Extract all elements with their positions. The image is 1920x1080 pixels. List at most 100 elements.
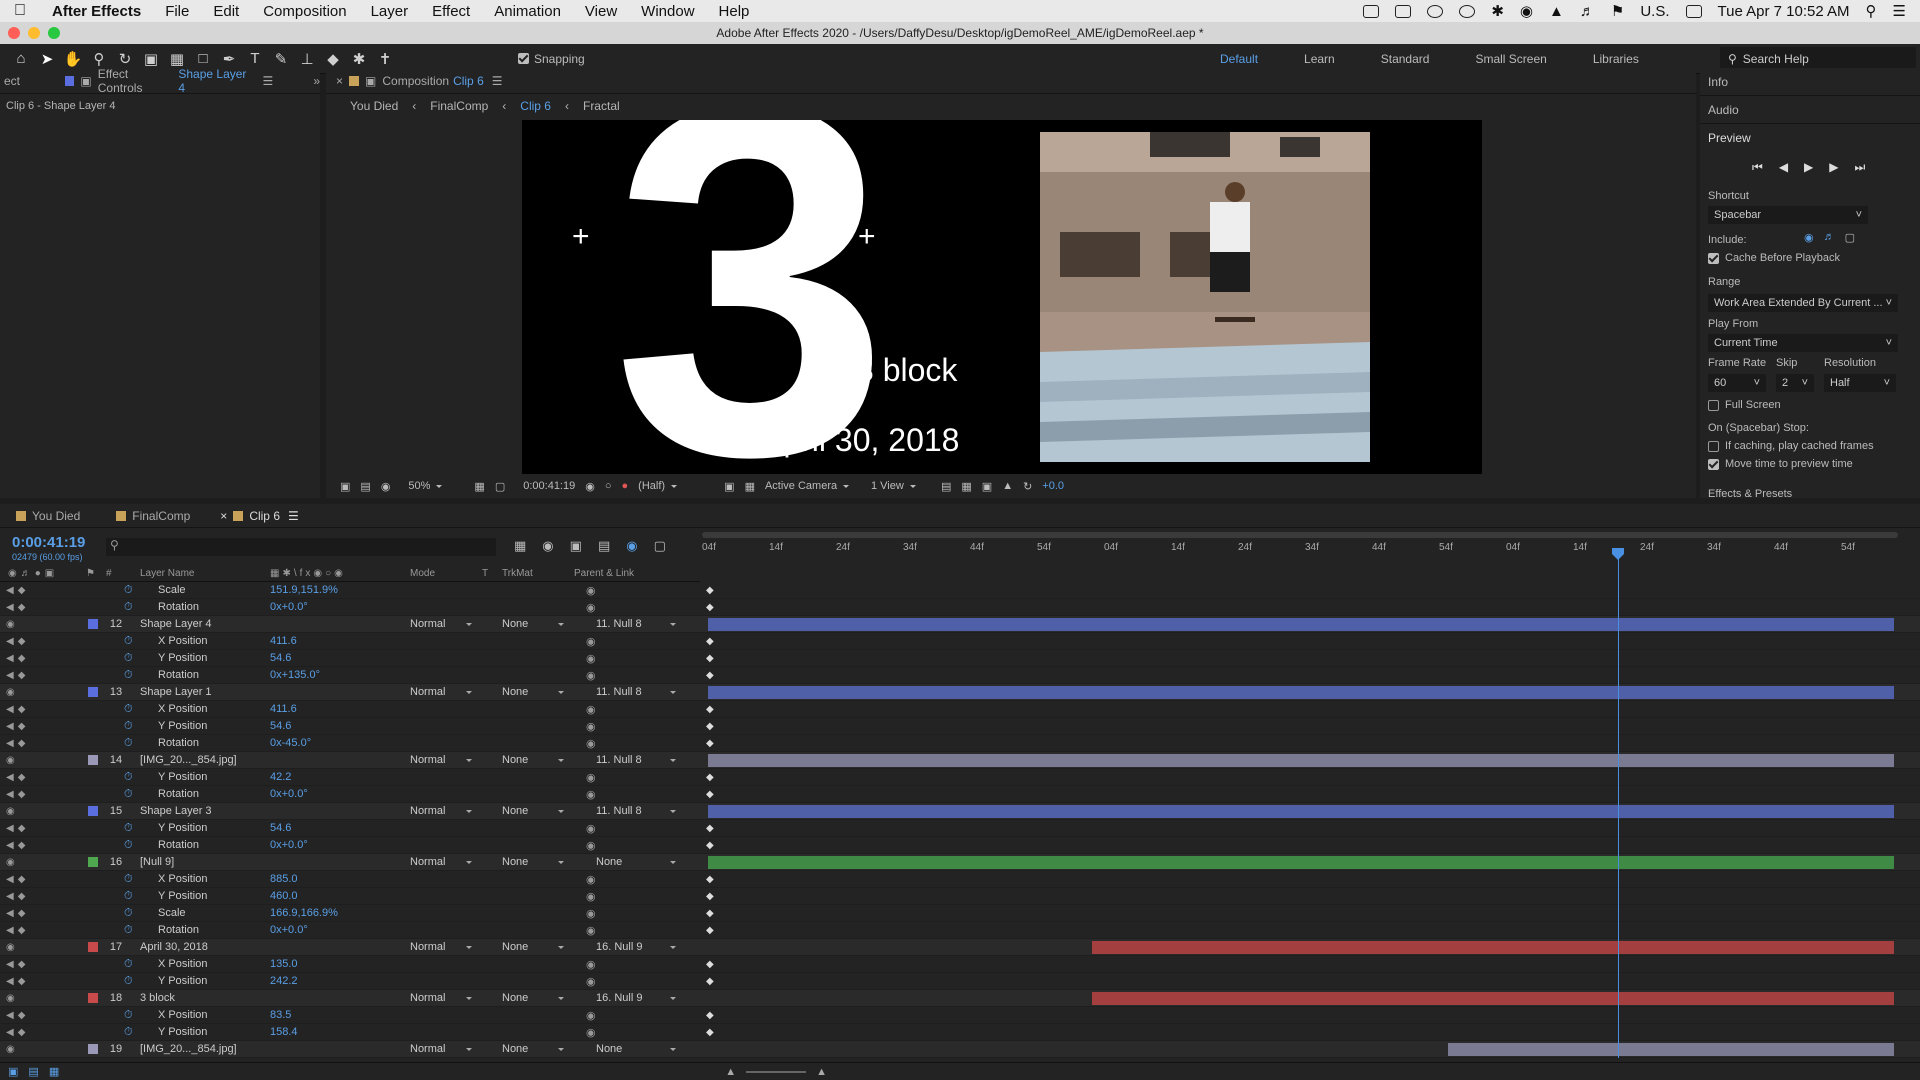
- stopwatch-icon[interactable]: ⏱: [124, 703, 133, 716]
- composition-tab-name[interactable]: Clip 6: [453, 74, 484, 88]
- keyframe-nav-icon[interactable]: ◀◆: [6, 653, 96, 664]
- property-value[interactable]: 885.0: [270, 873, 298, 885]
- spotlight-icon[interactable]: ⚲: [1866, 2, 1877, 20]
- pickwhip-icon[interactable]: ◉: [586, 822, 596, 835]
- include-audio-icon[interactable]: ♬: [1824, 231, 1835, 244]
- keyframe-nav-icon[interactable]: ◀◆: [6, 1010, 96, 1021]
- property-row[interactable]: ◀◆ ⏱ Y Position 54.6 ◉ ◆: [0, 820, 1920, 837]
- work-area-bar[interactable]: [702, 532, 1898, 538]
- layer-search-input[interactable]: ⚲: [106, 538, 496, 556]
- keyframe-icon[interactable]: ◆: [706, 1027, 714, 1038]
- property-row[interactable]: ◀◆ ⏱ Scale 151.9,151.9% ◉ ◆: [0, 582, 1920, 599]
- property-row[interactable]: ◀◆ ⏱ Y Position 158.4 ◉ ◆: [0, 1024, 1920, 1041]
- camera-dropdown[interactable]: Active Camera: [765, 480, 861, 492]
- workspace-standard[interactable]: Standard: [1381, 52, 1430, 66]
- timeline-icon[interactable]: ▣: [982, 480, 992, 493]
- dropbox-icon[interactable]: [1395, 4, 1412, 18]
- stopwatch-icon[interactable]: ⏱: [124, 958, 133, 971]
- pickwhip-icon[interactable]: ◉: [586, 703, 596, 716]
- keyframe-icon[interactable]: ◆: [706, 789, 714, 800]
- property-value[interactable]: 151.9,151.9%: [270, 584, 338, 596]
- layer-label-color[interactable]: [88, 619, 98, 629]
- property-row[interactable]: ◀◆ ⏱ Y Position 460.0 ◉ ◆: [0, 888, 1920, 905]
- skip-dropdown[interactable]: 2 ˅: [1776, 374, 1814, 392]
- always-preview-icon[interactable]: ▣: [340, 480, 350, 493]
- keyframe-icon[interactable]: ◆: [706, 823, 714, 834]
- mode-dropdown[interactable]: Normal: [410, 686, 472, 698]
- property-value[interactable]: 54.6: [270, 822, 291, 834]
- pickwhip-icon[interactable]: ◉: [586, 584, 596, 597]
- layer-name[interactable]: Shape Layer 4: [140, 618, 212, 630]
- property-row[interactable]: ◀◆ ⏱ Y Position 42.2 ◉ ◆: [0, 769, 1920, 786]
- property-value[interactable]: 0x+0.0°: [270, 788, 308, 800]
- keyframe-icon[interactable]: ◆: [706, 738, 714, 749]
- stopwatch-icon[interactable]: ⏱: [124, 1009, 133, 1022]
- keyframe-nav-icon[interactable]: ◀◆: [6, 704, 96, 715]
- layer-label-color[interactable]: [88, 942, 98, 952]
- property-value[interactable]: 158.4: [270, 1026, 298, 1038]
- breadcrumb-you-died[interactable]: You Died: [350, 99, 398, 113]
- include-overlay-icon[interactable]: ▢: [1845, 231, 1855, 244]
- keyframe-nav-icon[interactable]: ◀◆: [6, 823, 96, 834]
- wifi-icon[interactable]: ◉: [1520, 2, 1533, 20]
- lock-icon[interactable]: ▣: [80, 74, 91, 88]
- menu-view[interactable]: View: [573, 3, 629, 20]
- frame-blending-icon[interactable]: ▤: [598, 538, 610, 554]
- keyframe-icon[interactable]: ◆: [706, 891, 714, 902]
- mode-dropdown[interactable]: Normal: [410, 1043, 472, 1055]
- property-value[interactable]: 54.6: [270, 652, 291, 664]
- keyframe-icon[interactable]: ◆: [706, 585, 714, 596]
- keyframe-nav-icon[interactable]: ◀◆: [6, 738, 96, 749]
- layer-row[interactable]: ◉ 12 Shape Layer 4 Normal None 11. Null 8: [0, 616, 1920, 633]
- include-video-icon[interactable]: ◉: [1804, 231, 1814, 244]
- stopwatch-icon[interactable]: ⏱: [124, 771, 133, 784]
- keyframe-icon[interactable]: ◆: [706, 925, 714, 936]
- region-icon[interactable]: ▣: [724, 480, 734, 493]
- property-value[interactable]: 411.6: [270, 635, 297, 647]
- stopwatch-icon[interactable]: ⏱: [124, 890, 133, 903]
- keyframe-nav-icon[interactable]: ◀◆: [6, 908, 96, 919]
- lock-icon[interactable]: ▣: [365, 74, 376, 88]
- av-switches-icon[interactable]: ◉: [6, 619, 96, 630]
- monitor-icon[interactable]: ▤: [360, 480, 370, 493]
- layer-row[interactable]: ◉ 18 3 block Normal None 16. Null 9: [0, 990, 1920, 1007]
- battery-icon[interactable]: [1685, 4, 1702, 18]
- mask-icon[interactable]: ◉: [381, 480, 391, 493]
- pickwhip-icon[interactable]: ◉: [586, 635, 596, 648]
- tab-finalcomp[interactable]: FinalComp: [100, 509, 210, 523]
- text-date[interactable]: April 30, 2018: [762, 422, 959, 459]
- expand-panels-icon[interactable]: »: [313, 74, 320, 88]
- stopwatch-icon[interactable]: ⏱: [124, 907, 133, 920]
- pickwhip-icon[interactable]: ◉: [586, 1009, 596, 1022]
- breadcrumb-fractal[interactable]: Fractal: [583, 99, 620, 113]
- panel-menu-icon[interactable]: ☰: [492, 74, 503, 88]
- reset-exposure-icon[interactable]: ↻: [1023, 480, 1032, 493]
- layer-duration-bar[interactable]: [1448, 1043, 1894, 1056]
- stopwatch-icon[interactable]: ⏱: [124, 924, 133, 937]
- layer-label-color[interactable]: [88, 687, 98, 697]
- stopwatch-icon[interactable]: ⏱: [124, 873, 133, 886]
- layer-row[interactable]: ◉ 14 [IMG_20..._854.jpg] Normal None 11. Null…: [0, 752, 1920, 769]
- cache-before-playback-checkbox[interactable]: [1708, 252, 1719, 264]
- menu-help[interactable]: Help: [707, 3, 762, 20]
- layer-name[interactable]: 3 block: [140, 992, 175, 1004]
- layer-row[interactable]: ◉ 15 Shape Layer 3 Normal None 11. Null 8: [0, 803, 1920, 820]
- control-center-icon[interactable]: ☰: [1893, 2, 1906, 20]
- property-row[interactable]: ◀◆ ⏱ X Position 135.0 ◉ ◆: [0, 956, 1920, 973]
- property-row[interactable]: ◀◆ ⏱ Rotation 0x+0.0° ◉ ◆: [0, 837, 1920, 854]
- prev-frame-icon[interactable]: ◀: [1779, 160, 1788, 175]
- layer-name[interactable]: Shape Layer 1: [140, 686, 212, 698]
- apple-icon[interactable]: : [0, 2, 40, 20]
- pickwhip-icon[interactable]: ◉: [586, 907, 596, 920]
- trkmat-dropdown[interactable]: None: [502, 805, 564, 817]
- menu-edit[interactable]: Edit: [201, 3, 251, 20]
- parent-dropdown[interactable]: None: [596, 1043, 676, 1055]
- property-value[interactable]: 83.5: [270, 1009, 291, 1021]
- stopwatch-icon[interactable]: ⏱: [124, 975, 133, 988]
- sync-status-icon[interactable]: [1427, 4, 1444, 18]
- range-dropdown[interactable]: Work Area Extended By Current ... ˅: [1708, 294, 1898, 312]
- current-time-indicator[interactable]: [1618, 548, 1619, 1058]
- expand-switches-icon[interactable]: ▣: [8, 1065, 18, 1078]
- property-row[interactable]: ◀◆ ⏱ X Position 411.6 ◉ ◆: [0, 633, 1920, 650]
- workspace-small-screen[interactable]: Small Screen: [1475, 52, 1546, 66]
